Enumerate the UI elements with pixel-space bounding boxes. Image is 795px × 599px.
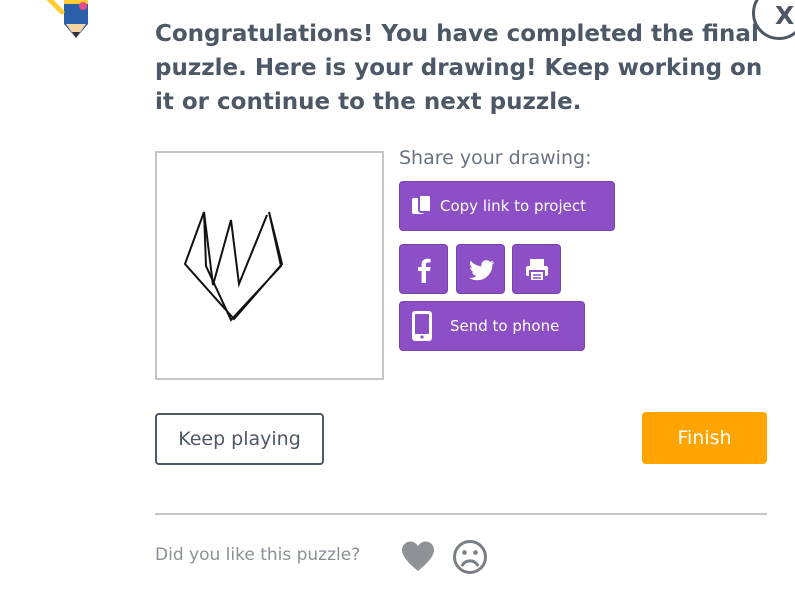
- facebook-icon: [418, 258, 431, 283]
- mobile-phone-icon: [412, 311, 432, 341]
- completion-message: Congratulations! You have completed the …: [155, 21, 763, 115]
- trident-drawing: [183, 211, 284, 322]
- pencil-mascot-icon: [46, 0, 88, 38]
- facebook-share-button[interactable]: [399, 244, 448, 294]
- drawing-preview: [155, 151, 384, 380]
- heart-icon[interactable]: [400, 540, 436, 572]
- twitter-share-button[interactable]: [456, 244, 505, 294]
- share-title: Share your drawing:: [399, 147, 592, 169]
- feedback-question: Did you like this puzzle?: [155, 545, 361, 565]
- divider: [155, 513, 767, 515]
- sad-face-icon[interactable]: [452, 539, 488, 575]
- send-to-phone-label: Send to phone: [450, 317, 560, 335]
- close-label: X: [775, 1, 795, 30]
- twitter-icon: [469, 260, 495, 281]
- print-button[interactable]: [512, 244, 561, 294]
- keep-playing-button[interactable]: Keep playing: [155, 413, 324, 465]
- copy-link-button[interactable]: Copy link to project: [399, 181, 615, 231]
- copy-link-label: Copy link to project: [440, 197, 587, 215]
- clipboard-copy-icon: [412, 194, 432, 214]
- send-to-phone-button[interactable]: Send to phone: [399, 301, 585, 351]
- finish-button[interactable]: Finish: [642, 412, 767, 464]
- print-icon: [526, 259, 548, 282]
